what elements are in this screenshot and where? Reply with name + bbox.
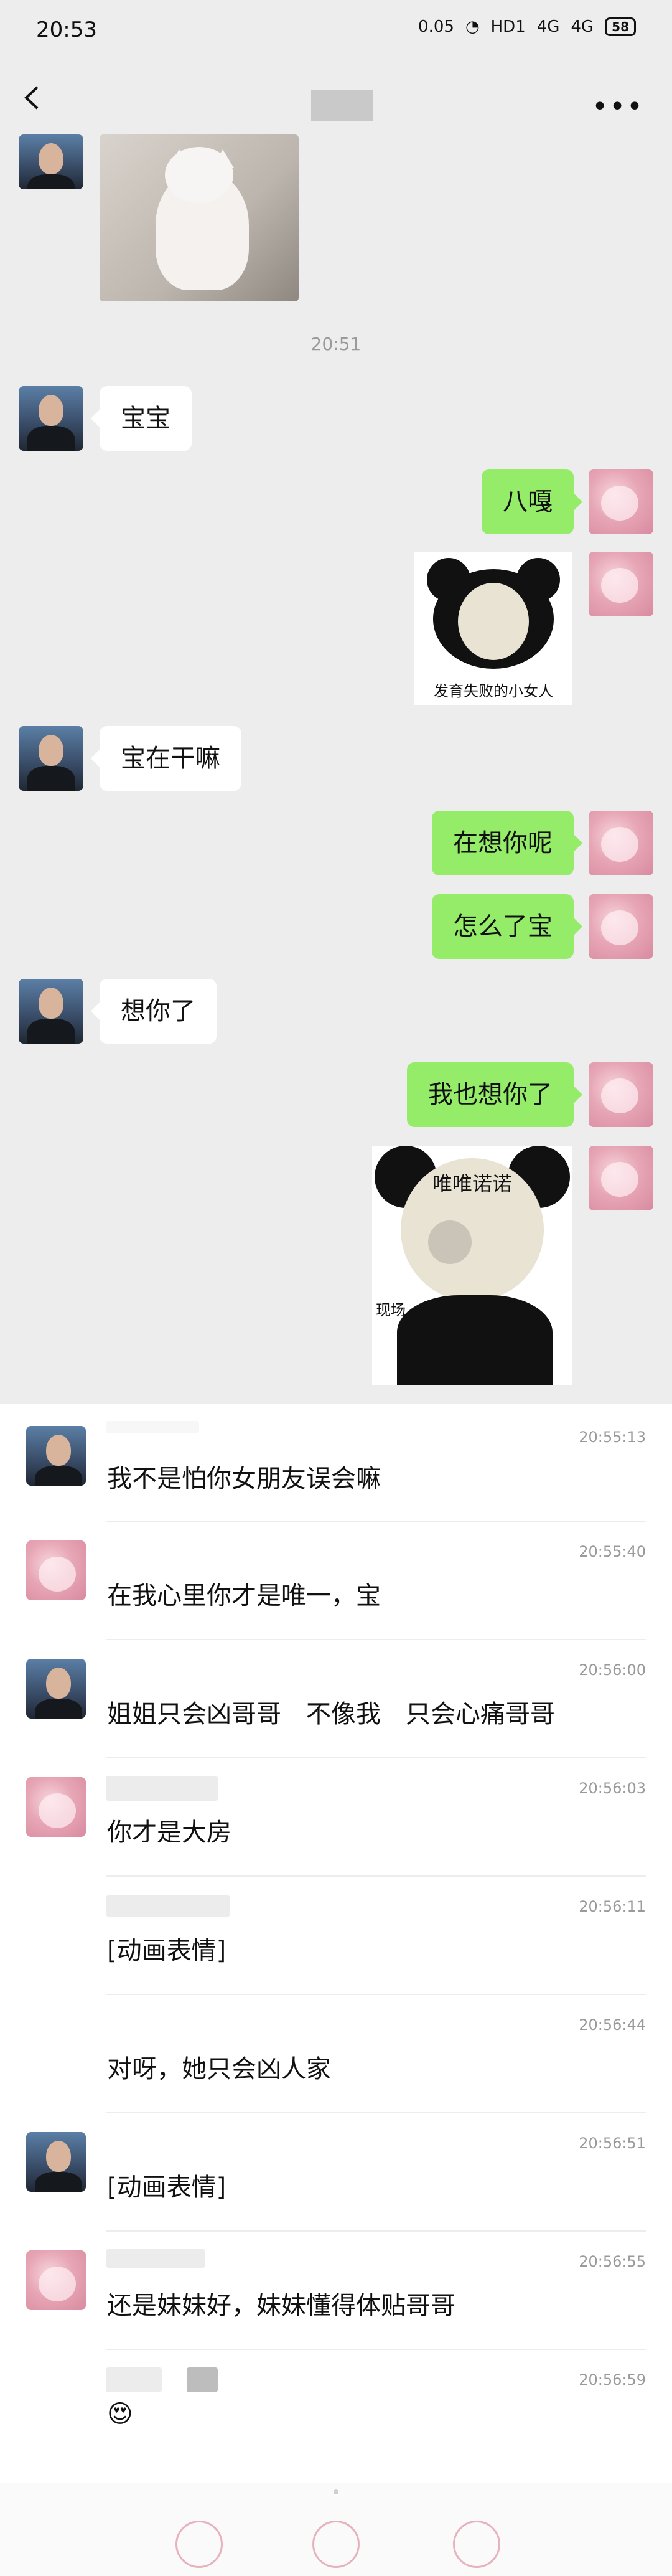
record-item[interactable]: 20:56:59 😍 — [0, 2350, 672, 2468]
message-bubble[interactable]: 怎么了宝 — [432, 894, 582, 959]
chevron-left-icon[interactable] — [19, 82, 50, 113]
sticker-icon[interactable] — [175, 2521, 223, 2568]
message-bubble[interactable]: 宝在干嘛 — [91, 726, 241, 791]
avatar — [26, 2132, 86, 2192]
avatar — [26, 1777, 86, 1837]
record-time: 20:56:44 — [579, 2016, 646, 2034]
avatar[interactable] — [589, 552, 653, 616]
record-emoji: 😍 — [107, 2400, 133, 2428]
sender-name-redacted — [106, 1421, 199, 1433]
record-time: 20:55:40 — [579, 1543, 646, 1560]
message-bubble[interactable]: 在想你呢 — [432, 811, 582, 875]
record-time: 20:56:00 — [579, 1661, 646, 1679]
sender-name-redacted — [106, 1776, 218, 1801]
avatar[interactable] — [589, 469, 653, 534]
status-bar: 20:53 0.05 ◔ HD1 4G 4G 58 — [0, 0, 672, 60]
record-time: 20:56:51 — [579, 2135, 646, 2152]
record-text: 你才是大房 — [107, 1818, 231, 1847]
avatar[interactable] — [589, 894, 653, 959]
message-bubble[interactable]: 我也想你了 — [407, 1062, 582, 1127]
sender-name-redacted — [106, 1895, 230, 1917]
sender-name-redacted — [106, 2249, 205, 2268]
wifi-icon: ◔ — [465, 17, 480, 36]
record-item[interactable]: 20:56:11 [动画表情] — [0, 1877, 672, 1995]
avatar[interactable] — [19, 386, 83, 451]
hd-label: HD1 — [490, 17, 526, 36]
message-bubble[interactable]: 八嘎 — [482, 469, 582, 534]
avatar[interactable] — [19, 134, 83, 189]
avatar — [26, 1426, 86, 1486]
record-text: [动画表情] — [107, 2173, 226, 2202]
message-bubble[interactable]: 想你了 — [91, 979, 217, 1044]
record-text: 还是妹妹好，妹妹懂得体贴哥哥 — [107, 2291, 455, 2320]
sticker-panda[interactable]: 唯唯诺诺 现场 — [372, 1146, 572, 1385]
message-bubble[interactable]: 宝宝 — [91, 386, 192, 451]
avatar[interactable] — [589, 1146, 653, 1210]
chat-record-list: 20:55:13 我不是怕你女朋友误会嘛 20:55:40 在我心里你才是唯一，… — [0, 1404, 672, 2576]
sticker-caption-2: 现场 — [376, 1301, 406, 1319]
battery-icon: 58 — [605, 17, 636, 36]
record-time: 20:56:55 — [579, 2253, 646, 2270]
sticker-icon[interactable] — [312, 2521, 360, 2568]
record-item[interactable]: 20:56:03 你才是大房 — [0, 1758, 672, 1877]
record-item[interactable]: 20:56:55 还是妹妹好，妹妹懂得体贴哥哥 — [0, 2232, 672, 2350]
sticker-panda[interactable]: 发育失败的小女人 — [414, 552, 572, 705]
chat-header: ••• — [0, 60, 672, 141]
avatar — [26, 1659, 86, 1719]
record-time: 20:56:11 — [579, 1898, 646, 1915]
record-time: 20:56:03 — [579, 1780, 646, 1797]
record-text: [动画表情] — [107, 1937, 226, 1965]
status-time: 20:53 — [36, 17, 97, 42]
record-time: 20:55:13 — [579, 1428, 646, 1446]
record-item[interactable]: 20:55:40 在我心里你才是唯一，宝 — [0, 1522, 672, 1640]
network-speed: 0.05 — [418, 17, 454, 36]
sender-name-redacted — [106, 2367, 162, 2392]
record-text: 我不是怕你女朋友误会嘛 — [107, 1465, 381, 1493]
avatar — [26, 1540, 86, 1600]
page-indicator — [334, 2489, 338, 2494]
record-item[interactable]: 20:56:44 对呀，她只会凶人家 — [0, 1995, 672, 2113]
sticker-caption: 唯唯诺诺 — [432, 1172, 512, 1196]
sticker-caption: 发育失败的小女人 — [434, 682, 553, 700]
record-item[interactable]: 20:56:00 姐姐只会凶哥哥 不像我 只会心痛哥哥 — [0, 1640, 672, 1758]
avatar[interactable] — [19, 726, 83, 791]
bottom-bar — [0, 2483, 672, 2576]
signal-label-2: 4G — [571, 17, 594, 36]
avatar[interactable] — [589, 1062, 653, 1127]
record-text: 姐姐只会凶哥哥 不像我 只会心痛哥哥 — [107, 1700, 555, 1729]
status-icons: 0.05 ◔ HD1 4G 4G 58 — [418, 17, 636, 36]
chat-timestamp: 20:51 — [310, 334, 362, 354]
sender-name-redacted — [187, 2367, 218, 2392]
avatar[interactable] — [19, 979, 83, 1044]
sticker-icon[interactable] — [453, 2521, 500, 2568]
avatar[interactable] — [589, 811, 653, 875]
record-text: 对呀，她只会凶人家 — [107, 2055, 331, 2083]
signal-label-1: 4G — [536, 17, 560, 36]
avatar — [26, 2250, 86, 2310]
more-icon[interactable]: ••• — [592, 91, 644, 123]
record-time: 20:56:59 — [579, 2371, 646, 2389]
chat-title-redacted — [311, 90, 373, 121]
record-text: 在我心里你才是唯一，宝 — [107, 1582, 381, 1610]
cat-image[interactable] — [100, 134, 299, 301]
record-item[interactable]: 20:55:13 我不是怕你女朋友误会嘛 — [0, 1404, 672, 1522]
record-item[interactable]: 20:56:51 [动画表情] — [0, 2113, 672, 2232]
